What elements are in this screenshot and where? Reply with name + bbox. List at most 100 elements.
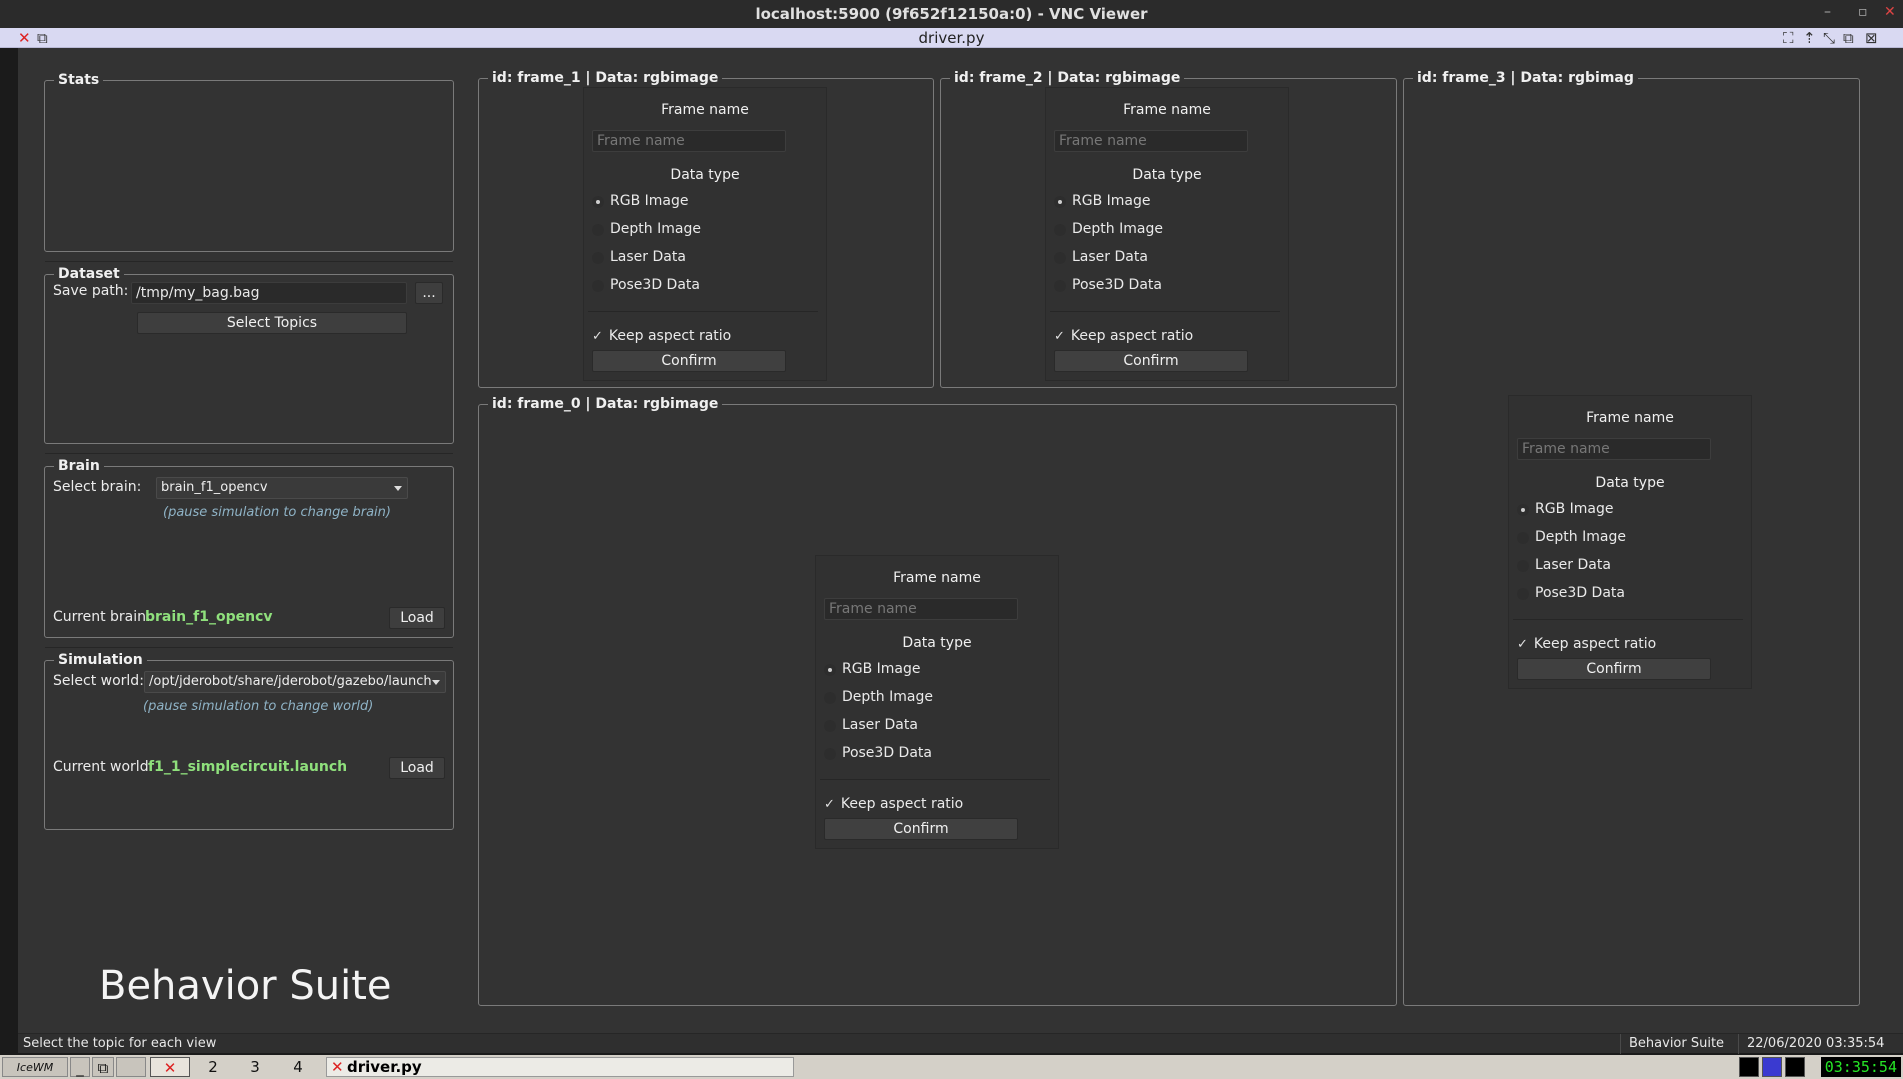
workspace-1-icon[interactable]: ✕: [150, 1057, 190, 1077]
separator: [45, 647, 453, 649]
simulation-group: Simulation Select world: /opt/jderobot/s…: [44, 651, 454, 830]
current-brain-label: Current brain:: [53, 609, 151, 625]
start-menu-icon[interactable]: IceWM: [2, 1057, 68, 1077]
taskbar: IceWM _ ⧉ ✕ 2 3 4 ✕ driver.py 03:35:54: [0, 1055, 1903, 1079]
frame-name-input[interactable]: Frame name: [1054, 130, 1248, 152]
show-desktop-icon[interactable]: [116, 1057, 146, 1077]
radio-label: Depth Image: [1535, 529, 1626, 545]
app-icon: ✕: [331, 1058, 344, 1076]
radio-dot: [592, 280, 604, 292]
world-select-value: /opt/jderobot/share/jderobot/gazebo/laun…: [149, 674, 432, 689]
workspace-4[interactable]: 4: [285, 1057, 311, 1077]
keep-aspect-checkbox[interactable]: ✓ Keep aspect ratio: [592, 326, 731, 344]
radio-dot: [824, 748, 836, 760]
frame-name-title: Frame name: [661, 102, 749, 118]
radio-label: RGB Image: [610, 193, 689, 209]
maximize-icon[interactable]: ⛶: [1783, 28, 1794, 48]
restore-icon[interactable]: ▫: [1858, 4, 1868, 20]
frame-name-input[interactable]: Frame name: [824, 598, 1018, 620]
world-select[interactable]: /opt/jderobot/share/jderobot/gazebo/laun…: [144, 671, 446, 693]
task-driver-py[interactable]: ✕ driver.py: [326, 1057, 794, 1077]
close-icon[interactable]: ✕: [1884, 4, 1896, 20]
confirm-button[interactable]: Confirm: [824, 818, 1018, 840]
select-brain-label: Select brain:: [53, 479, 142, 495]
stats-group: Stats: [44, 71, 454, 262]
select-topics-button[interactable]: Select Topics: [137, 312, 407, 334]
status-message: Select the topic for each view: [23, 1036, 217, 1051]
dataset-title: Dataset: [54, 265, 124, 283]
data-type-title: Data type: [670, 167, 740, 183]
stats-title: Stats: [54, 71, 104, 89]
taskbar-clock[interactable]: 03:35:54: [1820, 1057, 1901, 1077]
dataset-group: Dataset Save path: /tmp/my_bag.bag ... S…: [44, 265, 454, 454]
brain-select[interactable]: brain_f1_opencv: [156, 477, 408, 499]
iconify-icon[interactable]: ⤡: [1823, 28, 1835, 48]
radio-label: Pose3D Data: [610, 277, 700, 293]
load-brain-button[interactable]: Load: [389, 607, 445, 629]
load-world-button[interactable]: Load: [389, 757, 445, 779]
keep-aspect-checkbox[interactable]: ✓ Keep aspect ratio: [1517, 634, 1656, 652]
frame-1-panel: id: frame_1 | Data: rgbimage Frame name …: [478, 69, 934, 388]
cpu-monitor-icon: [1739, 1057, 1759, 1077]
data-type-title: Data type: [1132, 167, 1202, 183]
divider: [820, 779, 1050, 780]
radio-label: RGB Image: [842, 661, 921, 677]
confirm-button[interactable]: Confirm: [592, 350, 786, 372]
frame-name-input[interactable]: Frame name: [1517, 438, 1711, 460]
radio-dot: [1517, 532, 1529, 544]
frame-name-title: Frame name: [1586, 410, 1674, 426]
current-world-value: f1_1_simplecircuit.launch: [148, 759, 348, 775]
frame-config-card: Frame name Frame name Data type RGB Imag…: [815, 555, 1059, 849]
window-title: driver.py: [918, 29, 985, 47]
save-path-input[interactable]: /tmp/my_bag.bag: [131, 282, 407, 304]
app-title-bar: ✕ ⧉ driver.py ⛶ ⇡ ⤡ ⧉ ⊠: [0, 28, 1903, 48]
keep-aspect-label: Keep aspect ratio: [840, 796, 964, 812]
chevron-down-icon: [394, 486, 402, 491]
radio-label: Depth Image: [842, 689, 933, 705]
radio-dot: [1517, 504, 1529, 516]
minimize-all-icon[interactable]: _: [70, 1057, 90, 1077]
radio-label: Laser Data: [1072, 249, 1148, 265]
checkmark-icon: ✓: [1054, 329, 1065, 344]
frame-3-title: id: frame_3 | Data: rgbimag: [1413, 69, 1638, 87]
minimize-icon[interactable]: –: [1824, 4, 1831, 20]
confirm-button[interactable]: Confirm: [1517, 658, 1711, 680]
data-type-title: Data type: [902, 635, 972, 651]
radio-label: Pose3D Data: [842, 745, 932, 761]
brain-title: Brain: [54, 457, 104, 475]
keep-aspect-checkbox[interactable]: ✓ Keep aspect ratio: [1054, 326, 1193, 344]
radio-dot: [1054, 224, 1066, 236]
window-close-icon[interactable]: ⊠: [1865, 28, 1878, 48]
radio-dot: [592, 196, 604, 208]
network-monitor-icon: [1762, 1057, 1782, 1077]
frame-config-card: Frame name Frame name Data type RGB Imag…: [583, 87, 827, 381]
keep-aspect-checkbox[interactable]: ✓ Keep aspect ratio: [824, 794, 963, 812]
keep-aspect-label: Keep aspect ratio: [1070, 328, 1194, 344]
checkmark-icon: ✓: [1517, 637, 1528, 652]
frame-name-input[interactable]: Frame name: [592, 130, 786, 152]
mail-monitor-icon: [1785, 1057, 1805, 1077]
task-label: driver.py: [347, 1058, 422, 1076]
frame-3-panel: id: frame_3 | Data: rgbimag Frame name F…: [1403, 69, 1860, 1006]
radio-label: Laser Data: [610, 249, 686, 265]
frame-2-panel: id: frame_2 | Data: rgbimage Frame name …: [940, 69, 1397, 388]
main-window: Stats Dataset Save path: /tmp/my_bag.bag…: [18, 48, 1903, 1033]
radio-dot: [592, 224, 604, 236]
radio-label: Pose3D Data: [1535, 585, 1625, 601]
browse-button[interactable]: ...: [415, 282, 443, 304]
checkmark-icon: ✓: [824, 797, 835, 812]
save-path-label: Save path:: [53, 283, 129, 299]
radio-label: Laser Data: [842, 717, 918, 733]
shade-icon[interactable]: ⇡: [1803, 28, 1816, 48]
window-list-icon[interactable]: ⧉: [92, 1057, 114, 1077]
current-world-label: Current world:: [53, 759, 154, 775]
frame-name-title: Frame name: [893, 570, 981, 586]
brain-hint: (pause simulation to change brain): [163, 505, 391, 520]
divider: [588, 311, 818, 312]
frame-2-title: id: frame_2 | Data: rgbimage: [950, 69, 1185, 87]
workspace-3[interactable]: 3: [242, 1057, 268, 1077]
workspace-2[interactable]: 2: [200, 1057, 226, 1077]
restore-window-icon[interactable]: ⧉: [1843, 28, 1854, 48]
radio-label: Depth Image: [610, 221, 701, 237]
confirm-button[interactable]: Confirm: [1054, 350, 1248, 372]
